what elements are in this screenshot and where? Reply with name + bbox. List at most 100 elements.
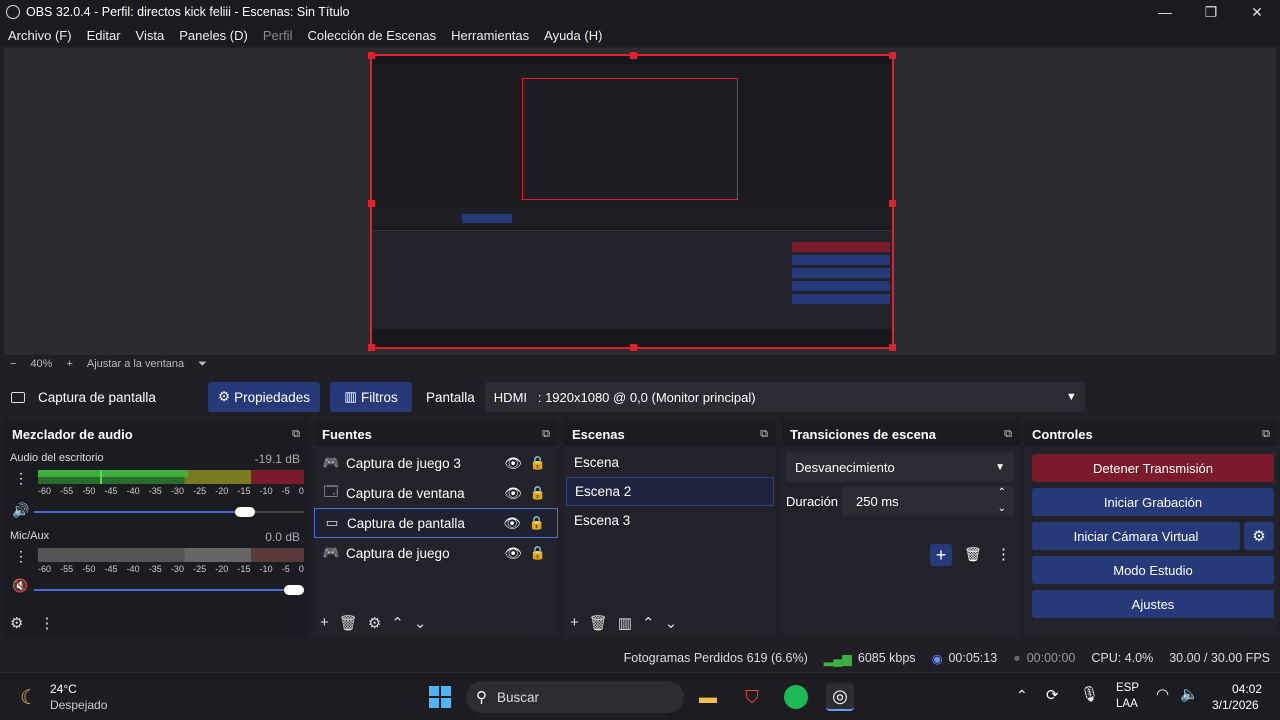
microphone-icon[interactable]: 🎙 <box>1080 685 1099 703</box>
close-button[interactable]: ✕ <box>1234 0 1280 24</box>
source-item[interactable]: 🗔 Captura de ventana 👁 🔒 <box>314 478 558 508</box>
menu-perfil[interactable]: Perfil <box>263 28 293 43</box>
scenes-title: Escenas <box>572 426 625 442</box>
add-icon[interactable]: + <box>570 614 579 632</box>
sync-icon[interactable]: ⟳ <box>1046 686 1059 704</box>
source-item[interactable]: ▭ Captura de pantalla 👁 🔒 <box>314 508 558 538</box>
volume-knob-desktop[interactable] <box>234 507 255 517</box>
source-item[interactable]: 🎮 Captura de juego 👁 🔒 <box>314 538 558 568</box>
lock-icon[interactable]: 🔒 <box>530 545 546 561</box>
undock-icon[interactable]: ⧉ <box>760 428 768 441</box>
taskbar-search[interactable]: ⚲ Buscar <box>466 681 684 713</box>
menu-ayuda[interactable]: Ayuda (H) <box>544 28 602 43</box>
preview-source-capture[interactable] <box>368 52 896 351</box>
arrow-up-icon[interactable]: ⌃ <box>642 614 655 632</box>
input-lang[interactable]: ESP <box>1116 682 1139 694</box>
brave-browser-icon[interactable]: ⛉ <box>738 683 766 711</box>
volume-knob-mic[interactable] <box>284 585 304 595</box>
virtual-camera-settings-button[interactable]: ⚙ <box>1244 522 1274 550</box>
scene-item[interactable]: Escena 3 <box>566 506 774 535</box>
record-time: 00:00:00 <box>1026 651 1076 665</box>
obs-taskbar-icon[interactable]: ◎ <box>826 683 854 711</box>
more-options-icon[interactable]: ⋮ <box>14 470 28 487</box>
wifi-icon[interactable]: ◠ <box>1156 685 1169 703</box>
spin-up-icon[interactable]: ⌃ <box>998 487 1006 498</box>
filters-button[interactable]: ▥ Filtros <box>330 382 412 412</box>
zoom-fit-label[interactable]: Ajustar a la ventana <box>87 358 184 370</box>
gear-icon: ⚙ <box>1252 528 1266 545</box>
mixer-settings-icon[interactable]: ⚙ <box>10 614 23 632</box>
add-icon[interactable]: + <box>320 614 329 632</box>
arrow-down-icon[interactable]: ⌄ <box>414 614 427 632</box>
volume-slider-desktop[interactable] <box>34 507 304 517</box>
title-bar: OBS 32.0.4 - Perfil: directos kick felii… <box>0 0 1280 24</box>
menu-vista[interactable]: Vista <box>136 28 165 43</box>
eye-icon[interactable]: 👁 <box>503 515 521 532</box>
chevron-up-icon[interactable]: ⌃ <box>1016 687 1028 704</box>
input-layout[interactable]: LAA <box>1116 698 1138 710</box>
menu-editar[interactable]: Editar <box>87 28 121 43</box>
source-item[interactable]: 🎮 Captura de juego 3 👁 🔒 <box>314 448 558 478</box>
maximize-button[interactable]: ❐ <box>1188 0 1234 24</box>
menu-coleccion[interactable]: Colección de Escenas <box>307 28 436 43</box>
properties-button[interactable]: ⚙ Propiedades <box>208 382 320 412</box>
clock-date[interactable]: 3/1/2026 <box>1212 698 1259 712</box>
trash-icon[interactable]: 🗑 <box>589 614 608 632</box>
filter-icon[interactable]: ▥ <box>618 614 632 632</box>
scale-tick-label: -55 <box>60 486 74 496</box>
trash-icon[interactable]: 🗑 <box>339 614 358 632</box>
start-virtual-camera-button[interactable]: Iniciar Cámara Virtual <box>1032 522 1240 550</box>
trash-icon[interactable]: 🗑 <box>964 546 982 563</box>
stop-streaming-button[interactable]: Detener Transmisión <box>1032 454 1274 482</box>
mixer-menu-icon[interactable]: ⋮ <box>39 614 54 632</box>
studio-mode-button[interactable]: Modo Estudio <box>1032 556 1274 584</box>
undock-icon[interactable]: ⧉ <box>1262 428 1270 441</box>
scene-item[interactable]: Escena <box>566 448 774 477</box>
arrow-down-icon[interactable]: ⌄ <box>665 614 678 632</box>
transition-select[interactable]: Desvanecimiento ▼ <box>786 452 1014 482</box>
menu-bar: Archivo (F) Editar Vista Paneles (D) Per… <box>0 24 1280 46</box>
more-options-icon[interactable]: ⋮ <box>996 545 1011 563</box>
lock-icon[interactable]: 🔒 <box>530 485 546 501</box>
arrow-up-icon[interactable]: ⌃ <box>391 614 404 632</box>
eye-icon[interactable]: 👁 <box>504 485 522 502</box>
minimize-button[interactable]: — <box>1142 0 1188 24</box>
zoom-in-button[interactable]: + <box>66 358 72 370</box>
menu-paneles[interactable]: Paneles (D) <box>179 28 248 43</box>
undock-icon[interactable]: ⧉ <box>542 428 550 441</box>
volume-slider-mic[interactable] <box>34 585 304 595</box>
eye-icon[interactable]: 👁 <box>504 455 522 472</box>
gear-icon[interactable]: ⚙ <box>368 614 381 632</box>
file-explorer-icon[interactable]: ▬ <box>694 683 722 711</box>
volume-icon[interactable]: 🔈 <box>1180 685 1199 703</box>
add-transition-button[interactable]: + <box>930 544 952 566</box>
windows-start-icon[interactable] <box>426 683 454 711</box>
monitor-icon: ▭ <box>325 515 339 530</box>
menu-herramientas[interactable]: Herramientas <box>451 28 529 43</box>
more-options-icon[interactable]: ⋮ <box>14 548 28 565</box>
source-toolbar: Captura de pantalla ⚙ Propiedades ▥ Filt… <box>0 378 1280 416</box>
volume-fill-desktop <box>34 511 245 513</box>
volume-fill-mic <box>34 589 304 591</box>
display-select[interactable]: HDMI : 1920x1080 @ 0,0 (Monitor principa… <box>484 382 1085 412</box>
speaker-icon[interactable]: 🔊 <box>12 502 29 519</box>
spotify-icon[interactable] <box>782 683 810 711</box>
zoom-out-button[interactable]: − <box>10 358 16 370</box>
eye-icon[interactable]: 👁 <box>504 545 522 562</box>
menu-archivo[interactable]: Archivo (F) <box>8 28 72 43</box>
settings-button[interactable]: Ajustes <box>1032 590 1274 618</box>
scene-item[interactable]: Escena 2 <box>566 477 774 506</box>
mute-icon[interactable]: 🔇 <box>12 578 28 594</box>
zoom-dropdown-icon[interactable]: ⏷ <box>198 358 207 371</box>
monitor-icon <box>11 391 25 403</box>
scale-tick-label: -15 <box>237 564 251 574</box>
lock-icon[interactable]: 🔒 <box>529 515 545 531</box>
clock-time[interactable]: 04:02 <box>1232 682 1262 696</box>
spin-down-icon[interactable]: ⌄ <box>998 503 1006 514</box>
start-recording-button[interactable]: Iniciar Grabación <box>1032 488 1274 516</box>
scale-tick-label: -45 <box>104 486 118 496</box>
undock-icon[interactable]: ⧉ <box>1004 428 1012 441</box>
lock-icon[interactable]: 🔒 <box>530 455 546 471</box>
duration-spinbox[interactable]: 250 ms ⌃ ⌄ <box>842 486 1014 516</box>
undock-icon[interactable]: ⧉ <box>292 428 300 441</box>
